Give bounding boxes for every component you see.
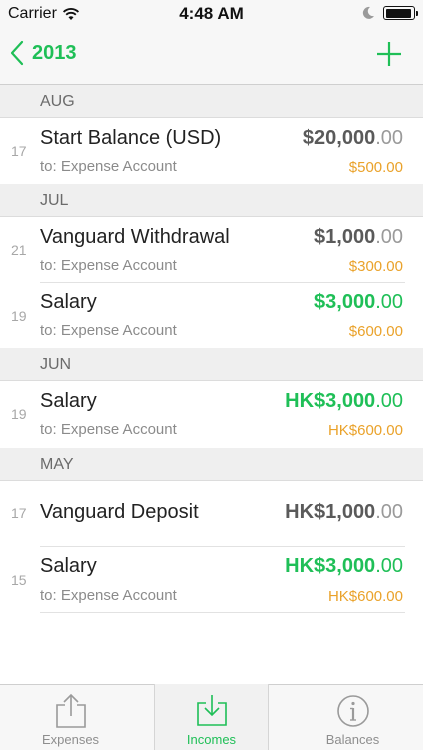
amount-main: HK$3,000 <box>285 390 376 412</box>
moon-icon <box>362 6 374 19</box>
back-label: 2013 <box>32 41 77 64</box>
tab-label: Expenses <box>41 732 100 747</box>
row-subtitle: to: Expense Account <box>40 257 177 274</box>
tab-incomes[interactable]: Incomes <box>141 684 282 750</box>
list-item[interactable]: 19 Salary to: Expense Account $3,000.00 … <box>0 283 423 348</box>
amount-main: HK$3,000 <box>285 555 376 577</box>
row-title: Salary <box>40 555 97 577</box>
list-item[interactable]: 15 Salary to: Expense Account HK$3,000.0… <box>0 547 423 613</box>
amount-cents: .00 <box>375 127 403 149</box>
clock: 4:48 AM <box>179 4 244 23</box>
battery-level <box>385 8 412 18</box>
amount-cents: .00 <box>375 555 403 577</box>
row-amount: $1,000.00 <box>314 226 403 249</box>
row-title: Vanguard Deposit <box>40 501 199 523</box>
row-amount: $20,000.00 <box>303 127 403 150</box>
row-secondary-amount: $500.00 <box>348 159 403 176</box>
list-item[interactable]: 17 Vanguard Deposit HK$1,000.00 <box>0 481 423 547</box>
battery-icon <box>383 6 418 20</box>
tab-bar: Expenses Incomes Balances <box>0 684 423 750</box>
amount-main: HK$1,000 <box>285 501 376 523</box>
row-title: Salary <box>40 291 97 313</box>
amount-cents: .00 <box>375 501 403 523</box>
row-subtitle: to: Expense Account <box>40 158 177 175</box>
row-subtitle: to: Expense Account <box>40 322 177 339</box>
section-header-jun: JUN <box>0 348 423 381</box>
transaction-list: AUG 17 Start Balance (USD) to: Expense A… <box>0 85 423 613</box>
row-subtitle: to: Expense Account <box>40 587 177 604</box>
back-button[interactable]: 2013 <box>10 40 77 66</box>
amount-main: $20,000 <box>302 127 376 149</box>
download-tray-icon <box>196 695 227 726</box>
row-amount: HK$1,000.00 <box>285 501 403 524</box>
amount-cents: .00 <box>375 291 403 313</box>
row-secondary-amount: $300.00 <box>348 258 403 275</box>
navigation-bar: 2013 <box>0 28 423 85</box>
section-header-aug: AUG <box>0 85 423 118</box>
row-day: 17 <box>11 505 27 521</box>
amount-cents: .00 <box>375 226 403 248</box>
plus-icon[interactable] <box>375 40 403 68</box>
row-amount: HK$3,000.00 <box>285 555 403 578</box>
row-day: 15 <box>11 572 27 588</box>
amount-cents: .00 <box>375 390 403 412</box>
status-bar: Carrier 4:48 AM <box>0 0 423 28</box>
row-title: Vanguard Withdrawal <box>40 226 230 248</box>
chevron-left-icon <box>10 40 24 66</box>
info-icon <box>336 695 369 727</box>
row-title: Salary <box>40 390 97 412</box>
row-amount: $3,000.00 <box>314 291 403 314</box>
row-day: 17 <box>11 143 27 159</box>
row-day: 21 <box>11 242 27 258</box>
tab-expenses[interactable]: Expenses <box>0 685 141 750</box>
row-title: Start Balance (USD) <box>40 127 222 149</box>
list-item[interactable]: 21 Vanguard Withdrawal to: Expense Accou… <box>0 217 423 283</box>
list-item[interactable]: 17 Start Balance (USD) to: Expense Accou… <box>0 118 423 184</box>
row-day: 19 <box>11 406 27 422</box>
tab-label: Balances <box>325 732 380 747</box>
row-divider <box>40 612 405 613</box>
section-header-jul: JUL <box>0 184 423 217</box>
row-secondary-amount: HK$600.00 <box>327 422 403 439</box>
tab-label: Incomes <box>186 732 237 747</box>
row-subtitle: to: Expense Account <box>40 421 177 438</box>
list-item[interactable]: 19 Salary to: Expense Account HK$3,000.0… <box>0 381 423 448</box>
row-secondary-amount: HK$600.00 <box>327 588 403 605</box>
tab-balances[interactable]: Balances <box>282 685 423 750</box>
row-amount: HK$3,000.00 <box>285 390 403 413</box>
row-secondary-amount: $600.00 <box>348 323 403 340</box>
share-out-icon <box>55 693 86 728</box>
amount-main: $1,000 <box>314 226 376 248</box>
section-header-may: MAY <box>0 448 423 481</box>
row-day: 19 <box>11 308 27 324</box>
amount-main: $3,000 <box>314 291 376 313</box>
